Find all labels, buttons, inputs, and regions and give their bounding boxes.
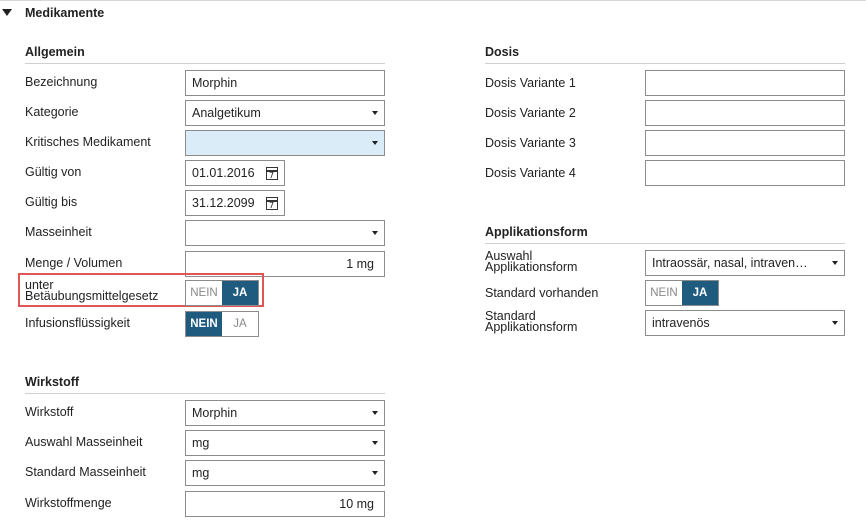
dosis-variante-1-input[interactable] xyxy=(645,70,845,96)
chevron-down-icon xyxy=(372,141,378,145)
auswahl-masseinheit-value: mg xyxy=(192,436,210,450)
wirkstoff-select[interactable]: Morphin xyxy=(185,400,385,426)
group-divider xyxy=(25,63,385,64)
group-divider xyxy=(25,393,385,394)
label-dosis-variante-3: Dosis Variante 3 xyxy=(485,136,576,150)
kritisches-medikament-select[interactable] xyxy=(185,130,385,156)
chevron-down-icon xyxy=(372,231,378,235)
gueltig-bis-value: 31.12.2099 xyxy=(192,196,255,210)
label-kritisches-medikament: Kritisches Medikament xyxy=(25,135,151,149)
section-title: Medikamente xyxy=(25,6,105,20)
chevron-down-icon xyxy=(372,411,378,415)
standard-vorhanden-nein[interactable]: NEIN xyxy=(646,281,682,305)
chevron-down-icon xyxy=(372,471,378,475)
label-standard-vorhanden: Standard vorhanden xyxy=(485,286,599,300)
label-gueltig-bis: Gültig bis xyxy=(25,195,78,209)
kategorie-value: Analgetikum xyxy=(192,106,261,120)
group-title-allgemein: Allgemein xyxy=(25,45,85,59)
btm-toggle[interactable]: NEIN JA xyxy=(185,280,259,306)
wirkstoff-value: Morphin xyxy=(192,406,238,420)
label-wirkstoffmenge: Wirkstoffmenge xyxy=(25,496,112,510)
label-wirkstoff: Wirkstoff xyxy=(25,405,74,419)
calendar-icon[interactable] xyxy=(266,196,278,210)
standard-masseinheit-value: mg xyxy=(192,466,210,480)
label-standard-applikationsform: Standard Applikationsform xyxy=(485,310,578,334)
top-border xyxy=(0,0,866,1)
collapse-triangle-icon[interactable] xyxy=(2,9,12,16)
infusion-toggle-ja[interactable]: JA xyxy=(222,312,258,336)
bezeichnung-input[interactable]: Morphin xyxy=(185,70,385,96)
label-btm: unter Betäubungsmittelgesetz xyxy=(25,279,159,303)
group-divider xyxy=(485,63,845,64)
gueltig-von-value: 01.01.2016 xyxy=(192,166,255,180)
menge-volumen-value: 1 mg xyxy=(346,257,374,271)
label-dosis-variante-2: Dosis Variante 2 xyxy=(485,106,576,120)
calendar-icon[interactable] xyxy=(266,166,278,180)
label-dosis-variante-1: Dosis Variante 1 xyxy=(485,76,576,90)
label-masseinheit: Masseinheit xyxy=(25,225,92,239)
label-auswahl-applikationsform: Auswahl Applikationsform xyxy=(485,250,578,274)
infusion-toggle-nein[interactable]: NEIN xyxy=(186,312,222,336)
label-standard-masseinheit: Standard Masseinheit xyxy=(25,465,146,479)
label-auswahl-applikationsform-line2: Applikationsform xyxy=(485,260,578,274)
bezeichnung-value: Morphin xyxy=(192,76,238,90)
label-bezeichnung: Bezeichnung xyxy=(25,75,98,89)
group-title-dosis: Dosis xyxy=(485,45,520,59)
label-auswahl-masseinheit: Auswahl Masseinheit xyxy=(25,435,143,449)
dosis-variante-4-input[interactable] xyxy=(645,160,845,186)
chevron-down-icon xyxy=(832,261,838,265)
label-menge-volumen: Menge / Volumen xyxy=(25,256,123,270)
label-btm-line2: Betäubungsmittelgesetz xyxy=(25,289,159,303)
gueltig-von-date[interactable]: 01.01.2016 xyxy=(185,160,285,186)
label-infusionsfluessigkeit: Infusionsflüssigkeit xyxy=(25,316,130,330)
standard-vorhanden-ja[interactable]: JA xyxy=(682,281,718,305)
standard-applikationsform-select[interactable]: intravenös xyxy=(645,310,845,336)
dosis-variante-2-input[interactable] xyxy=(645,100,845,126)
chevron-down-icon xyxy=(832,321,838,325)
standard-applikationsform-value: intravenös xyxy=(652,316,710,330)
wirkstoffmenge-input[interactable]: 10 mg xyxy=(185,491,385,517)
masseinheit-select[interactable] xyxy=(185,220,385,246)
auswahl-applikationsform-select[interactable]: Intraossär, nasal, intraven… xyxy=(645,250,845,276)
label-kategorie: Kategorie xyxy=(25,105,79,119)
label-dosis-variante-4: Dosis Variante 4 xyxy=(485,166,576,180)
group-divider xyxy=(485,243,845,244)
standard-vorhanden-toggle[interactable]: NEIN JA xyxy=(645,280,719,306)
wirkstoffmenge-value: 10 mg xyxy=(339,497,374,511)
btm-toggle-nein[interactable]: NEIN xyxy=(186,281,222,305)
group-title-applikationsform: Applikationsform xyxy=(485,225,588,239)
standard-masseinheit-select[interactable]: mg xyxy=(185,460,385,486)
infusion-toggle[interactable]: NEIN JA xyxy=(185,311,259,337)
group-title-wirkstoff: Wirkstoff xyxy=(25,375,80,389)
auswahl-applikationsform-value: Intraossär, nasal, intraven… xyxy=(652,256,808,270)
section-header-medikamente[interactable]: Medikamente xyxy=(0,5,866,25)
label-standard-applikationsform-line2: Applikationsform xyxy=(485,320,578,334)
label-gueltig-von: Gültig von xyxy=(25,165,82,179)
auswahl-masseinheit-select[interactable]: mg xyxy=(185,430,385,456)
gueltig-bis-date[interactable]: 31.12.2099 xyxy=(185,190,285,216)
kategorie-select[interactable]: Analgetikum xyxy=(185,100,385,126)
chevron-down-icon xyxy=(372,441,378,445)
dosis-variante-3-input[interactable] xyxy=(645,130,845,156)
btm-toggle-ja[interactable]: JA xyxy=(222,281,258,305)
chevron-down-icon xyxy=(372,111,378,115)
